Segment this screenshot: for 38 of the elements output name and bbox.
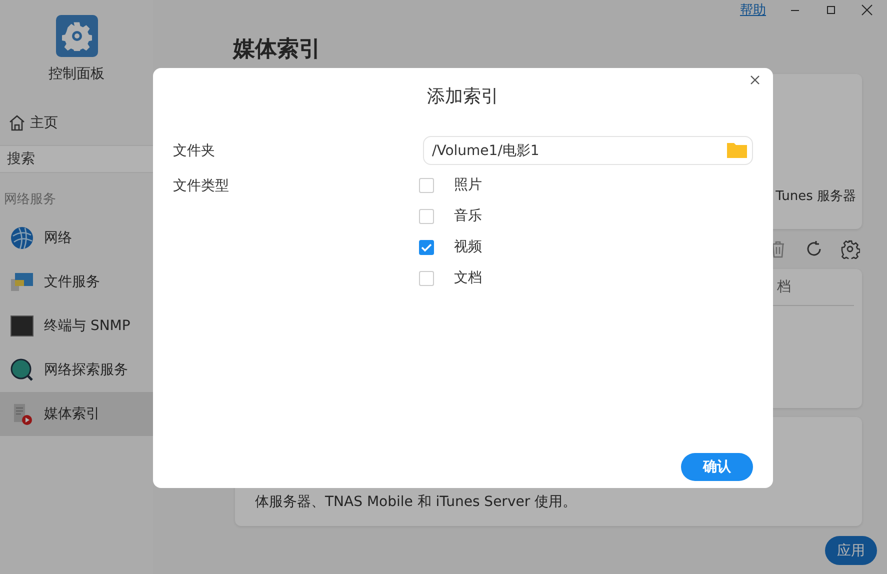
checkbox[interactable] [419,208,434,224]
checkbox[interactable] [419,270,434,286]
card-text: Tunes 服务器 [776,188,856,205]
folder-field[interactable]: /Volume1/电影1 [423,136,753,165]
sidebar-item[interactable]: 网络 [0,216,153,260]
settings-icon [56,15,98,57]
screens-icon [10,270,34,294]
sidebar-item[interactable]: 媒体索引 [0,392,153,436]
globe-icon [10,226,34,250]
field-label: 文件类型 [173,177,230,195]
search-field[interactable]: 搜索 [0,145,153,173]
section-label: 网络服务 [4,191,57,208]
checkbox-label: 音乐 [454,207,482,225]
page-title: 媒体索引 [233,36,322,64]
column-header: 档 [777,278,791,296]
help-link[interactable]: 帮助 [740,1,766,19]
field-label: 文件夹 [173,142,216,160]
checkbox-label: 照片 [454,176,482,194]
sidebar-item[interactable]: 文件服务 [0,260,153,304]
home-icon [8,114,26,132]
apply-button[interactable]: 应用 [825,536,877,565]
maximize-icon[interactable] [824,3,838,17]
close-icon[interactable] [749,74,761,86]
search-icon [10,358,34,382]
checkbox[interactable] [419,178,434,192]
sidebar-item[interactable]: 终端与 SNMP [0,304,153,348]
checkbox-label: 文档 [454,269,482,287]
home-item[interactable]: 主页 [8,111,153,135]
close-icon[interactable] [860,3,874,17]
confirm-button[interactable]: 确认 [681,453,753,481]
description-text: 体服务器、TNAS Mobile 和 iTunes Server 使用。 [255,494,577,510]
app-title: 控制面板 [48,65,104,83]
settings-icon[interactable] [840,239,860,259]
dialog-title: 添加索引 [427,85,499,108]
terminal-icon [10,314,34,338]
sidebar-item[interactable]: 网络探索服务 [0,348,153,392]
checkbox-label: 视频 [454,238,482,256]
checkbox[interactable] [419,240,434,254]
